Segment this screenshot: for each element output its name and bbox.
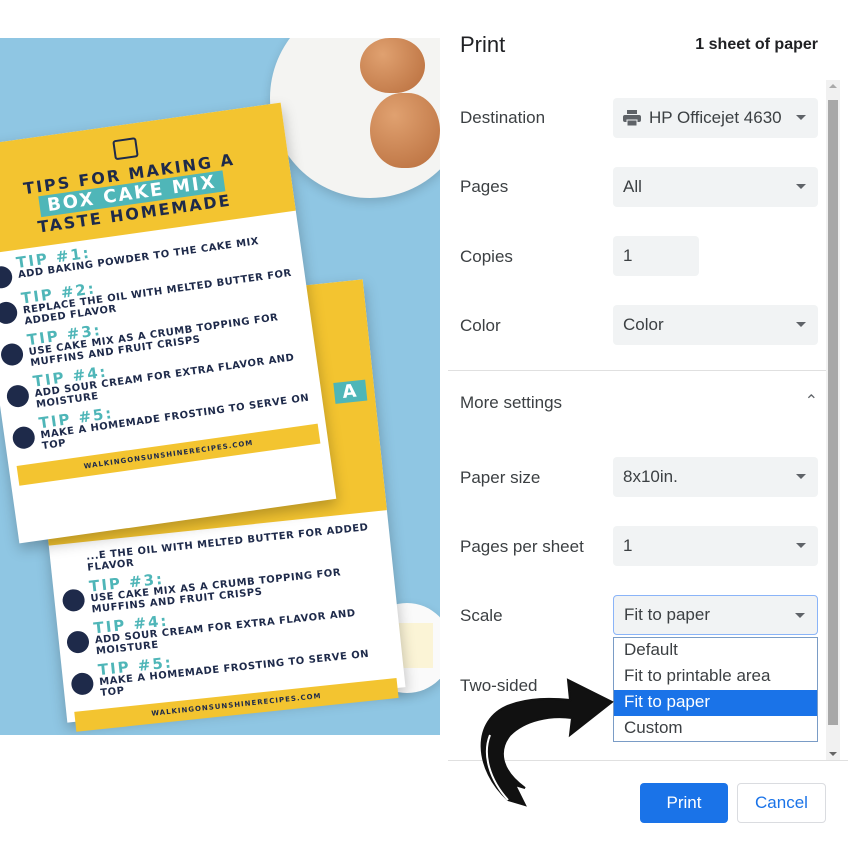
copies-input[interactable]: 1: [613, 236, 699, 276]
egg: [370, 93, 440, 168]
pages-per-sheet-value: 1: [623, 536, 633, 555]
pages-per-sheet-label: Pages per sheet: [460, 537, 584, 556]
dropdown-arrow-icon: [796, 474, 806, 479]
scroll-up-icon[interactable]: [829, 84, 837, 88]
chevron-up-icon: ⌃: [804, 393, 818, 410]
scale-options-list: Default Fit to printable area Fit to pap…: [613, 637, 818, 742]
sheet-count: 1 sheet of paper: [695, 36, 818, 53]
scale-value: Fit to paper: [624, 605, 710, 624]
scroll-down-icon[interactable]: [829, 752, 837, 756]
scrollbar-thumb[interactable]: [828, 100, 838, 725]
destination-label: Destination: [460, 108, 546, 127]
dropdown-arrow-icon: [796, 543, 806, 548]
pages-label: Pages: [460, 177, 509, 196]
egg: [360, 38, 425, 93]
dropdown-arrow-icon: [796, 322, 806, 327]
pages-per-sheet-select[interactable]: 1: [613, 526, 818, 566]
scale-select[interactable]: Fit to paper: [613, 595, 818, 635]
cream-icon: [5, 383, 31, 409]
color-value: Color: [623, 315, 664, 334]
cancel-button[interactable]: Cancel: [737, 783, 826, 823]
dropdown-arrow-icon: [796, 184, 806, 189]
printer-icon: [623, 110, 641, 126]
scrollbar[interactable]: [826, 80, 840, 760]
destination-select[interactable]: HP Officejet 4630: [613, 98, 818, 138]
whisk-icon: [0, 264, 14, 290]
muffin-icon: [0, 342, 25, 367]
dropdown-arrow-icon: [795, 613, 805, 618]
recipe-photo: A ...E THE OIL WITH MELTED BUTTER FOR AD…: [0, 38, 440, 735]
curved-arrow-icon: [480, 678, 614, 807]
paper-size-label: Paper size: [460, 468, 541, 487]
back-card-header-fragment: A: [333, 379, 368, 404]
more-settings-label: More settings: [460, 393, 563, 412]
print-button[interactable]: Print: [640, 783, 728, 823]
piping-bag-icon: [11, 425, 37, 451]
copies-label: Copies: [460, 247, 513, 266]
color-label: Color: [460, 316, 501, 335]
dropdown-arrow-icon: [796, 115, 806, 120]
scale-option-fit-paper[interactable]: Fit to paper: [614, 690, 817, 716]
more-settings-toggle[interactable]: More settings ⌃: [460, 393, 818, 413]
scale-option-custom[interactable]: Custom: [614, 716, 817, 742]
pages-select[interactable]: All: [613, 167, 818, 207]
dialog-title: Print: [460, 32, 506, 57]
cake-icon: [112, 137, 139, 161]
color-select[interactable]: Color: [613, 305, 818, 345]
paper-size-value: 8x10in.: [623, 467, 678, 486]
copies-value: 1: [623, 246, 633, 265]
butter-icon: [0, 300, 19, 326]
destination-value: HP Officejet 4630: [649, 108, 782, 127]
scale-label: Scale: [460, 606, 503, 625]
paper-size-select[interactable]: 8x10in.: [613, 457, 818, 497]
front-card: TIPS FOR MAKING A BOX CAKE MIX TASTE HOM…: [0, 102, 337, 544]
scale-option-fit-printable[interactable]: Fit to printable area: [614, 664, 817, 690]
divider: [448, 370, 828, 371]
pages-value: All: [623, 177, 642, 196]
scale-option-default[interactable]: Default: [614, 638, 817, 664]
